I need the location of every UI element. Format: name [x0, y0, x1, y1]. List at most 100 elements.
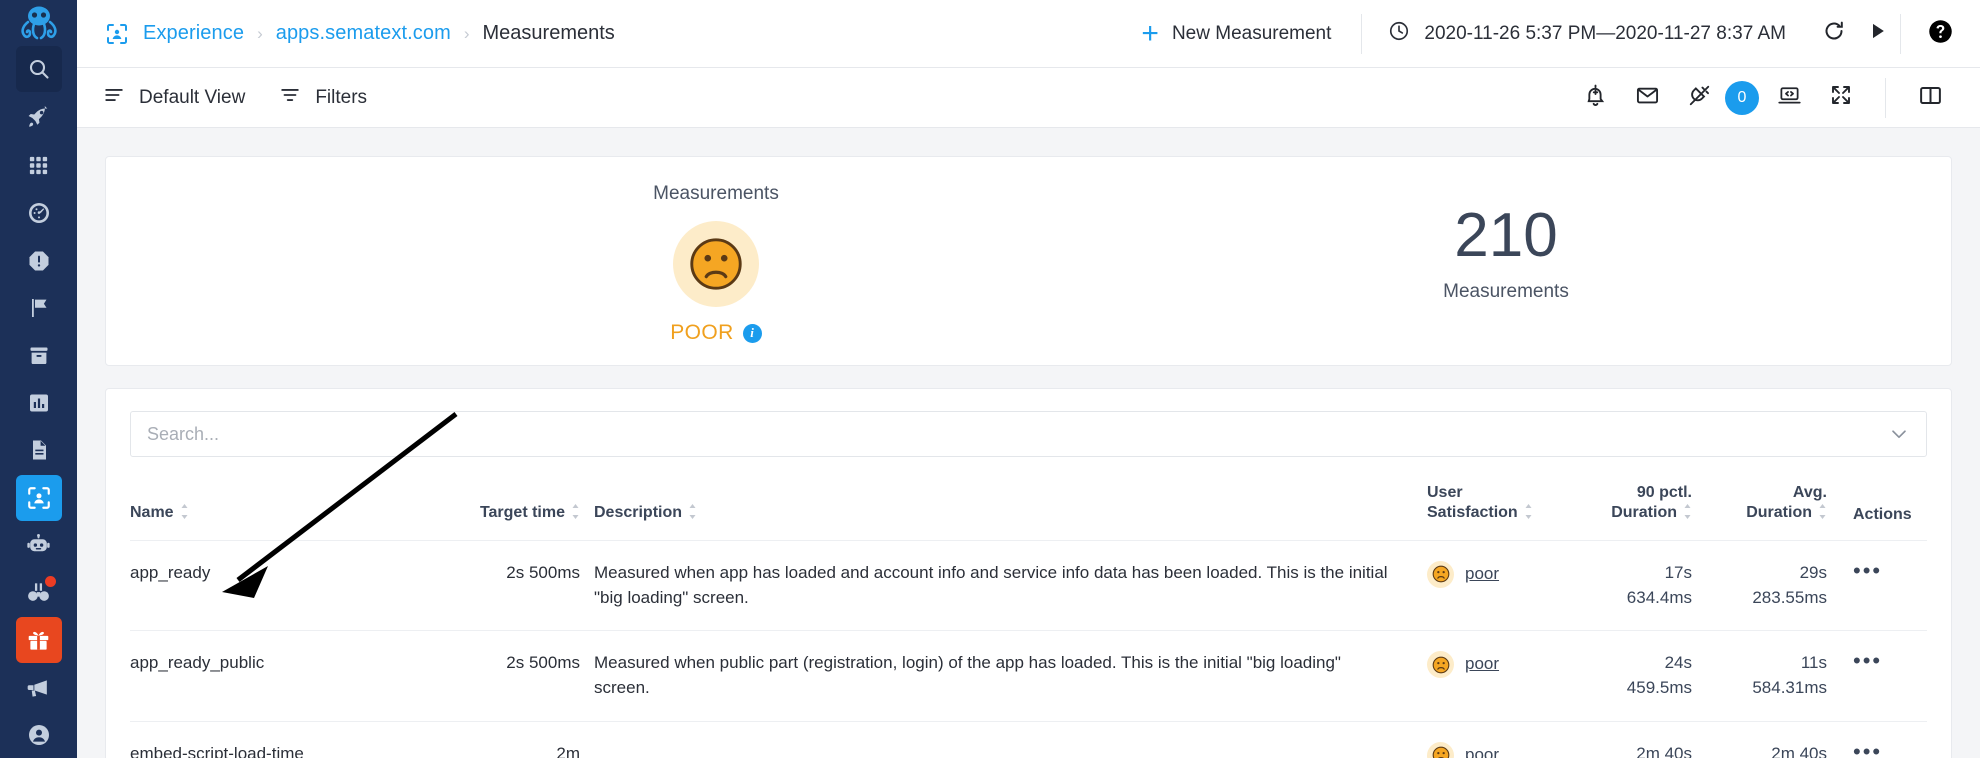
search-input[interactable] — [147, 423, 1888, 445]
sort-icon[interactable] — [1818, 504, 1827, 525]
archive-icon — [27, 344, 51, 368]
expand-icon — [1829, 83, 1853, 112]
info-icon[interactable]: i — [742, 323, 762, 343]
sidebar-item-logs[interactable] — [16, 427, 62, 473]
satisfaction-link[interactable]: poor — [1465, 562, 1499, 587]
column-header-target-time[interactable]: Target time — [430, 483, 580, 540]
integrations-button[interactable] — [1677, 76, 1721, 120]
date-range-picker[interactable]: 2020-11-26 5:37 PM—2020-11-27 8:37 AM — [1362, 20, 1812, 48]
alerts-button[interactable] — [1573, 76, 1617, 120]
split-panel-button[interactable] — [1908, 76, 1952, 120]
sidebar-item-rocket[interactable] — [16, 94, 62, 140]
column-label-line2: Duration — [1611, 504, 1677, 522]
envelope-icon — [1635, 83, 1660, 113]
satisfaction-link[interactable]: poor — [1465, 652, 1499, 677]
cell-actions[interactable]: ••• — [1827, 540, 1927, 630]
sort-icon[interactable] — [1524, 504, 1533, 525]
score-block: Measurements POOR i — [626, 183, 806, 345]
rating-text: POOR — [670, 321, 734, 344]
cell-description: Measured when public part (registration,… — [594, 653, 1341, 697]
octopus-logo[interactable] — [0, 0, 77, 46]
row-actions-menu-icon[interactable]: ••• — [1853, 739, 1882, 758]
sidebar-item-alerts[interactable] — [16, 238, 62, 284]
cell-name[interactable]: app_ready_public — [130, 631, 430, 721]
cell-p90-duration: 2m 40s — [1562, 721, 1692, 758]
measurements-panel: Name Target time Description User Satisf… — [105, 388, 1952, 758]
sidebar-item-inbox[interactable] — [16, 333, 62, 379]
table-head: Name Target time Description User Satisf… — [130, 483, 1927, 540]
sidebar-item-synthetics[interactable] — [16, 570, 62, 616]
table-row[interactable]: app_ready 2s 500ms Measured when app has… — [130, 540, 1927, 630]
column-header-avg-duration[interactable]: Avg. Duration — [1692, 483, 1827, 540]
row-actions-menu-icon[interactable]: ••• — [1853, 558, 1882, 583]
cell-description: Measured when app has loaded and account… — [594, 562, 1388, 607]
avg-line2: 584.31ms — [1752, 677, 1827, 697]
new-measurement-label: New Measurement — [1171, 22, 1332, 44]
chevron-down-icon[interactable] — [1888, 423, 1910, 445]
default-view-button[interactable]: Default View — [103, 84, 245, 112]
sidebar-item-events[interactable] — [16, 285, 62, 331]
sidebar-item-account[interactable] — [16, 712, 62, 758]
play-button[interactable] — [1856, 12, 1900, 56]
sad-face-icon — [1427, 741, 1454, 758]
cell-name[interactable]: embed-script-load-time — [130, 721, 430, 758]
table-row[interactable]: embed-script-load-time 2m poor 2m 40s 2m… — [130, 721, 1927, 758]
sidebar-item-announcements[interactable] — [16, 665, 62, 711]
column-header-description[interactable]: Description — [580, 483, 1427, 540]
cell-name[interactable]: app_ready — [130, 540, 430, 630]
sort-icon[interactable] — [180, 504, 189, 525]
sidebar-item-bots[interactable] — [16, 522, 62, 568]
robot-icon — [26, 533, 51, 558]
api-console-button[interactable] — [1767, 76, 1811, 120]
sidebar-item-reports[interactable] — [16, 380, 62, 426]
avg-line1: 11s — [1800, 653, 1827, 673]
table-row[interactable]: app_ready_public 2s 500ms Measured when … — [130, 630, 1927, 721]
mail-button[interactable] — [1625, 76, 1669, 120]
summary-title: Measurements — [653, 183, 779, 204]
column-header-user-satisfaction[interactable]: User Satisfaction — [1427, 483, 1562, 540]
refresh-button[interactable] — [1812, 12, 1856, 56]
filter-icon — [279, 84, 301, 112]
help-icon — [1927, 18, 1954, 50]
sidebar-item-apps[interactable] — [16, 143, 62, 189]
sidebar-item-search[interactable] — [15, 46, 62, 92]
cell-target-time: 2s 500ms — [506, 653, 580, 673]
cell-user-satisfaction: poor — [1427, 540, 1562, 630]
search-box[interactable] — [130, 411, 1927, 457]
filters-button[interactable]: Filters — [279, 84, 367, 112]
sidebar-item-monitoring[interactable] — [16, 190, 62, 236]
sub-toolbar: Default View Filters 0 — [77, 68, 1980, 128]
clock-icon — [1388, 20, 1410, 48]
column-header-name[interactable]: Name — [130, 483, 430, 540]
sad-face-icon — [673, 221, 759, 307]
sidebar-item-gifts[interactable] — [15, 617, 62, 664]
default-view-label: Default View — [139, 86, 246, 108]
breadcrumb-item-app[interactable]: apps.sematext.com — [276, 22, 451, 45]
sidebar-item-experience[interactable] — [15, 474, 62, 521]
measurement-count-label: Measurements — [1443, 281, 1569, 302]
left-sidebar — [0, 0, 77, 758]
badge-count[interactable]: 0 — [1725, 80, 1759, 115]
breadcrumb-separator: › — [257, 23, 263, 43]
grid-icon — [27, 154, 50, 177]
avg-line1: 29s — [1799, 562, 1827, 582]
new-measurement-button[interactable]: + New Measurement — [1141, 18, 1361, 49]
experience-icon — [26, 485, 52, 511]
sort-icon[interactable] — [1683, 504, 1692, 525]
cell-actions[interactable]: ••• — [1827, 631, 1927, 721]
column-header-p90-duration[interactable]: 90 pctl. Duration — [1562, 483, 1692, 540]
bar-chart-icon — [27, 391, 51, 415]
help-button[interactable] — [1901, 18, 1980, 50]
satisfaction-link[interactable]: poor — [1465, 743, 1499, 758]
cell-actions[interactable]: ••• — [1827, 721, 1927, 758]
fullscreen-button[interactable] — [1819, 76, 1863, 120]
user-circle-icon — [27, 723, 51, 747]
sort-icon[interactable] — [688, 504, 697, 525]
cell-description — [580, 721, 1427, 758]
notification-dot — [44, 575, 56, 587]
laptop-code-icon — [1777, 83, 1802, 113]
gauge-icon — [27, 201, 51, 225]
row-actions-menu-icon[interactable]: ••• — [1853, 648, 1882, 673]
sort-icon[interactable] — [571, 504, 580, 525]
breadcrumb-item-experience[interactable]: Experience — [143, 22, 244, 45]
